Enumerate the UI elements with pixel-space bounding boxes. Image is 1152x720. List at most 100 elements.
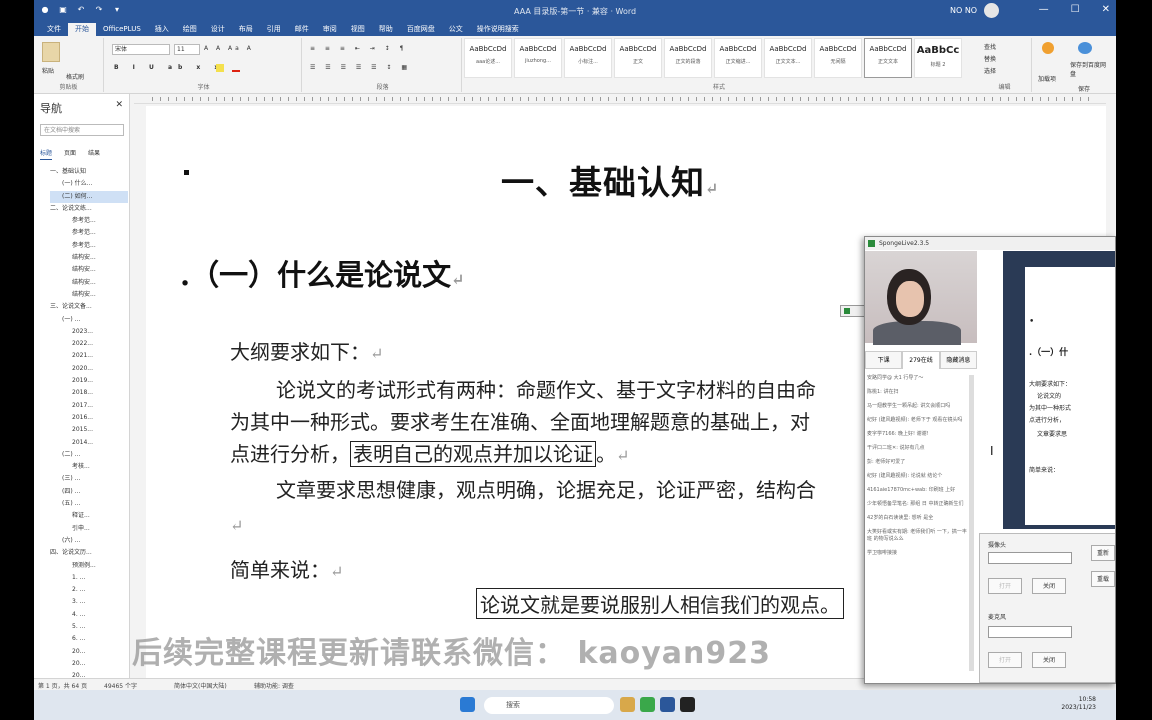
tab-insert[interactable]: 插入 <box>148 23 176 36</box>
tab-officeplus[interactable]: OfficePLUS <box>96 23 148 36</box>
nav-tree-item[interactable]: 释证... <box>50 510 128 522</box>
nav-tree-item[interactable]: 预测例... <box>50 560 128 572</box>
horizontal-ruler[interactable] <box>134 94 1106 104</box>
minimize-icon[interactable]: — <box>1039 4 1049 15</box>
nav-tree-item[interactable]: 结构安... <box>50 252 128 264</box>
style-item[interactable]: AaBbCcDd 正文文本 <box>864 38 912 78</box>
close-icon[interactable]: ✕ <box>1102 4 1110 15</box>
nav-tree-item[interactable]: 2016... <box>50 412 128 424</box>
nav-tree-item[interactable]: 6. ... <box>50 633 128 645</box>
customize-qat-icon[interactable]: ▾ <box>112 5 122 15</box>
nav-tree-item[interactable]: 2023... <box>50 326 128 338</box>
redo-icon[interactable]: ↷ <box>94 5 104 15</box>
nav-tree-item[interactable]: 引申... <box>50 523 128 535</box>
taskbar-search[interactable]: 搜索 <box>484 697 614 714</box>
tab-home[interactable]: 开始 <box>68 23 96 36</box>
nav-tree-item[interactable]: 结构安... <box>50 289 128 301</box>
style-item[interactable]: AaBbCcDd 正文缩进... <box>714 38 762 78</box>
list-buttons[interactable]: ≡ ≡ ≡ ⇤ ⇥ ↕ ¶ <box>310 45 407 52</box>
nav-tree-item[interactable]: 4. ... <box>50 609 128 621</box>
nav-tree-item[interactable]: 2022... <box>50 338 128 350</box>
nav-tree-item[interactable]: 2. ... <box>50 584 128 596</box>
nav-tree-item[interactable]: 一、基础认知 <box>50 166 128 178</box>
style-item[interactable]: AaBbCcDd 正文文本... <box>764 38 812 78</box>
simple-label[interactable]: 简单来说：↵ <box>230 554 343 583</box>
outline-label[interactable]: 大纲要求如下：↵ <box>230 336 383 365</box>
baidu-netdisk-icon[interactable] <box>1078 42 1092 54</box>
nav-tree-item[interactable]: 2019... <box>50 375 128 387</box>
nav-tree-item[interactable]: 二、论说文练... <box>50 203 128 215</box>
nav-tree-item[interactable]: (四) ... <box>50 486 128 498</box>
mic-close-button[interactable]: 关闭 <box>1032 652 1066 668</box>
chat-scrollbar[interactable] <box>969 375 974 671</box>
tab-draw[interactable]: 绘图 <box>176 23 204 36</box>
restart-button[interactable]: 重新 <box>1091 545 1115 561</box>
font-format-buttons[interactable]: B I U ab x x <box>114 64 224 71</box>
nav-tree-item[interactable]: 20... <box>50 658 128 670</box>
highlight-icon[interactable] <box>216 64 224 72</box>
font-size-buttons[interactable]: A A Aa A <box>204 45 254 52</box>
nav-search-input[interactable]: 在文档中搜索 <box>40 124 124 136</box>
language-status[interactable]: 简体中文(中国大陆) <box>174 681 227 690</box>
tab-hide-messages[interactable]: 隐藏消息 <box>939 351 977 369</box>
nav-tree-item[interactable]: (五) ... <box>50 498 128 510</box>
nav-tree-item[interactable]: 2020... <box>50 363 128 375</box>
accessibility-status[interactable]: 辅助功能: 调查 <box>254 681 294 690</box>
tab-review[interactable]: 审阅 <box>316 23 344 36</box>
tab-help[interactable]: 帮助 <box>372 23 400 36</box>
align-buttons[interactable]: ☰ ☰ ☰ ☰ ☰ ↕ ▦ <box>310 64 411 71</box>
nav-tree-item[interactable]: 3. ... <box>50 596 128 608</box>
tab-online-count[interactable]: 279在线 <box>902 351 940 369</box>
nav-tree-item[interactable]: 2014... <box>50 437 128 449</box>
nav-tree-item[interactable]: 2021... <box>50 350 128 362</box>
heading-1[interactable]: 一、基础认知↵ <box>501 156 719 204</box>
addin-icon[interactable] <box>1042 42 1054 54</box>
app-icon[interactable] <box>680 697 695 712</box>
tab-baidu-netdisk[interactable]: 百度网盘 <box>400 23 442 36</box>
avatar[interactable] <box>984 3 999 18</box>
system-clock[interactable]: 10:58 2023/11/23 <box>1061 696 1096 712</box>
nav-close-icon[interactable]: ✕ <box>115 100 123 110</box>
mic-select[interactable] <box>988 626 1072 638</box>
font-name-select[interactable]: 宋体 <box>112 44 170 55</box>
style-item[interactable]: AaBbCcDd jiuzhong... <box>514 38 562 78</box>
paste-icon[interactable] <box>42 42 60 62</box>
nav-tree-item[interactable]: 三、论说文备... <box>50 301 128 313</box>
page-count[interactable]: 第 1 页，共 64 页 <box>38 681 87 690</box>
para2[interactable]: 文章要求思想健康，观点明确，论据充足，论证严密，结构合 <box>276 474 816 503</box>
nav-tree-item[interactable]: 结构安... <box>50 264 128 276</box>
find-button[interactable]: 查找 <box>984 42 996 51</box>
style-item[interactable]: AaBbCcDd 正文的段落 <box>664 38 712 78</box>
explorer-icon[interactable] <box>620 697 635 712</box>
tab-design[interactable]: 设计 <box>204 23 232 36</box>
tab-official-docs[interactable]: 公文 <box>442 23 470 36</box>
user-name[interactable]: NO NO <box>950 6 977 15</box>
autosave-icon[interactable]: ● <box>40 5 50 15</box>
paste-button[interactable]: 粘贴 <box>42 66 54 75</box>
nav-tree-item[interactable]: (一) 什么... <box>50 178 128 190</box>
nav-tree-item[interactable]: 结构安... <box>50 277 128 289</box>
style-item[interactable]: AaBbCcDd aaa论述... <box>464 38 512 78</box>
nav-tree-item[interactable]: 20... <box>50 646 128 658</box>
para1-line3[interactable]: 点进行分析， 表明自己的观点并加以论证 。↵ <box>230 438 629 467</box>
camera-open-button[interactable]: 打开 <box>988 578 1022 594</box>
undo-icon[interactable]: ↶ <box>76 5 86 15</box>
tab-end-class[interactable]: 下课 <box>865 351 903 369</box>
nav-tree-item[interactable]: 考核... <box>50 461 128 473</box>
nav-tree-item[interactable]: (一) ... <box>50 314 128 326</box>
nav-tree-item[interactable]: 2017... <box>50 400 128 412</box>
nav-tree-item[interactable]: 1. ... <box>50 572 128 584</box>
minimized-window-tab[interactable] <box>840 305 866 317</box>
style-item[interactable]: AaBbCc 标题 2 <box>914 38 962 78</box>
nav-tree-item[interactable]: (二) ... <box>50 449 128 461</box>
style-item[interactable]: AaBbCcDd 无间隔 <box>814 38 862 78</box>
start-icon[interactable] <box>460 697 475 712</box>
tab-view[interactable]: 视图 <box>344 23 372 36</box>
nav-tree-item[interactable]: 2018... <box>50 387 128 399</box>
word-count[interactable]: 49465 个字 <box>104 681 137 690</box>
app-icon[interactable] <box>640 697 655 712</box>
tab-file[interactable]: 文件 <box>40 23 68 36</box>
camera-close-button[interactable]: 关闭 <box>1032 578 1066 594</box>
mic-open-button[interactable]: 打开 <box>988 652 1022 668</box>
reload-button[interactable]: 重载 <box>1091 571 1115 587</box>
